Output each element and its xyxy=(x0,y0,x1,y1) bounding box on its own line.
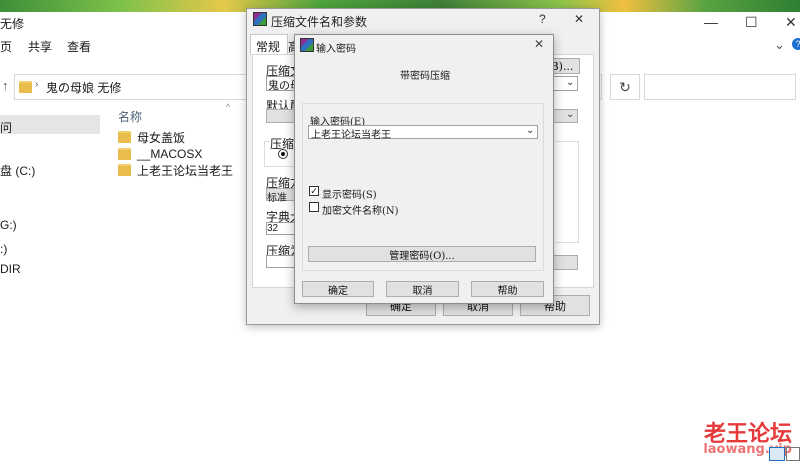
close-window-button[interactable]: ✕ xyxy=(785,14,797,31)
help-icon[interactable]: ? xyxy=(792,38,800,50)
chevron-right-icon: › xyxy=(35,79,39,90)
show-password-label: 显示密码(S) xyxy=(322,190,377,201)
nav-item-quick-access[interactable]: 问 xyxy=(0,119,12,136)
folder-icon xyxy=(118,148,131,160)
chevron-down-icon[interactable]: ⌄ xyxy=(566,77,574,88)
set-password-button[interactable] xyxy=(552,255,578,270)
password-help-button[interactable]: 帮助 xyxy=(471,281,544,297)
winrar-icon xyxy=(253,12,267,26)
show-password-checkbox[interactable]: ✓ xyxy=(309,186,319,196)
list-item[interactable]: 上老王论坛当老王 xyxy=(118,161,233,179)
close-icon[interactable]: ✕ xyxy=(534,37,544,51)
password-heading: 带密码压缩 xyxy=(400,71,450,82)
encrypt-names-checkbox[interactable] xyxy=(309,202,319,212)
nav-item-drive-g[interactable]: G:) xyxy=(0,218,17,232)
file-name: __MACOSX xyxy=(137,147,203,161)
nav-item-drive-c[interactable]: 盘 (C:) xyxy=(0,162,35,179)
chevron-down-icon: ⌄ xyxy=(566,109,575,120)
encrypt-names-label: 加密文件名称(N) xyxy=(322,206,399,217)
address-path[interactable]: 鬼の母娘 无修 xyxy=(46,79,121,96)
file-name: 母女盖饭 xyxy=(137,130,186,145)
chevron-down-icon[interactable]: ⌄ xyxy=(526,125,534,136)
password-ok-button[interactable]: 确定 xyxy=(302,281,374,297)
list-item[interactable]: 母女盖饭 xyxy=(118,128,185,146)
column-header-name[interactable]: 名称 xyxy=(118,108,142,125)
ribbon-tab-home[interactable]: 页 xyxy=(0,38,12,55)
close-icon[interactable]: ✕ xyxy=(574,12,584,26)
method-select[interactable]: 标准 xyxy=(266,188,296,204)
nav-selection-highlight xyxy=(0,115,100,134)
ribbon-tab-share[interactable]: 共享 xyxy=(28,38,52,55)
nav-item-drive[interactable]: :) xyxy=(0,242,7,256)
manage-passwords-button[interactable]: 管理密码(O)... xyxy=(308,246,536,262)
nav-item-dir[interactable]: DIR xyxy=(0,262,21,276)
minimize-button[interactable]: — xyxy=(704,14,718,30)
winrar-icon xyxy=(300,38,314,52)
folder-icon xyxy=(118,131,131,143)
password-dialog-title: 输入密码 xyxy=(316,44,356,55)
search-input[interactable] xyxy=(644,74,796,100)
options-group xyxy=(556,141,579,243)
tab-general-label: 常规 xyxy=(256,40,281,54)
chevron-down-icon[interactable]: ⌄ xyxy=(774,37,785,53)
tiles-view-icon[interactable] xyxy=(786,447,800,461)
details-view-icon[interactable] xyxy=(769,447,785,461)
rar-radio[interactable] xyxy=(278,149,288,159)
folder-icon xyxy=(118,164,131,176)
file-name: 上老王论坛当老王 xyxy=(137,163,234,178)
folder-icon xyxy=(19,81,32,96)
password-cancel-button[interactable]: 取消 xyxy=(386,281,459,297)
ribbon-tab-view[interactable]: 查看 xyxy=(67,38,91,55)
password-value: 上老王论坛当老王 xyxy=(311,130,391,141)
archive-dialog-title: 压缩文件名和参数 xyxy=(271,15,368,29)
up-arrow-icon[interactable]: ↑ xyxy=(2,78,9,93)
sort-arrow-icon: ^ xyxy=(226,102,231,112)
split-field[interactable] xyxy=(266,255,296,268)
maximize-button[interactable]: ☐ xyxy=(745,14,758,31)
dict-select[interactable]: 32 xyxy=(266,222,296,235)
help-icon[interactable]: ? xyxy=(539,12,546,26)
refresh-button[interactable]: ↻ xyxy=(610,74,640,100)
window-title: 无修 xyxy=(0,17,25,31)
